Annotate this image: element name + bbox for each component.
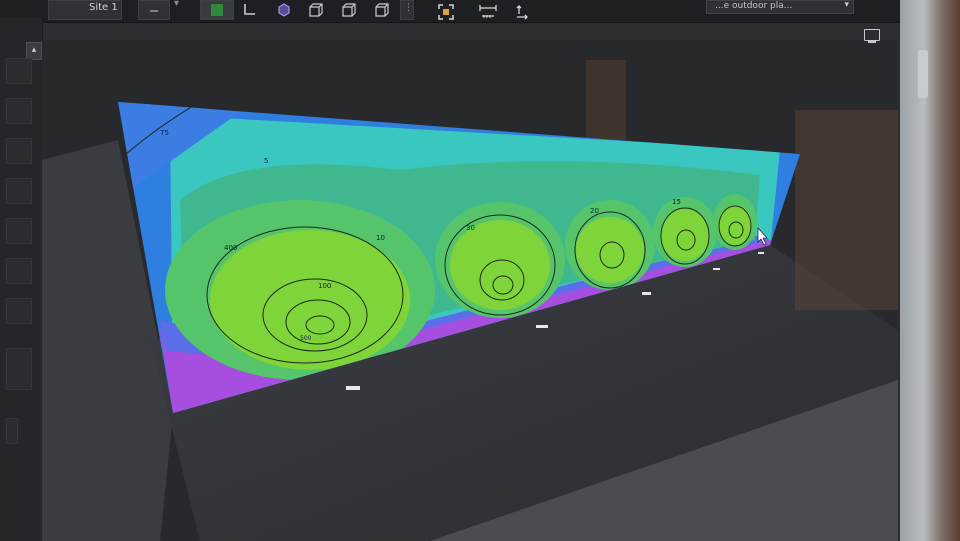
scene-dropdown-value: ...e outdoor pla... [715,1,793,11]
luminaire[interactable] [642,292,651,295]
bezel-slot [918,50,928,98]
fit-view-icon[interactable] [438,4,454,20]
contour-label: 100 [318,282,331,290]
undo-dropdown-arrow[interactable]: ▾ [174,0,179,9]
box-side-icon[interactable] [341,2,357,18]
color-swatch-icon [211,4,223,16]
contour-label: 20 [590,207,599,215]
luminaire[interactable] [536,325,548,328]
monitor-icon[interactable] [864,29,880,43]
cube-icon[interactable] [276,2,292,18]
panel-cell[interactable] [6,178,32,204]
panel-cell[interactable] [6,218,32,244]
contour-label: 400 [224,244,237,252]
box-front-icon[interactable] [308,2,324,18]
chevron-down-icon: ▾ [844,0,849,10]
application-window: Site 1 ▾ ⋮ ...e outdoor pla... ▾ ▴ 75 5 … [0,0,900,541]
contour-label: 10 [376,234,385,242]
contour-label: 5 [264,157,268,165]
luminaire[interactable] [346,386,360,390]
window-reflection [795,110,898,310]
box-back-icon[interactable] [374,2,390,18]
background-object [586,60,626,140]
panel-cell[interactable] [6,418,18,444]
luminaire[interactable] [758,252,764,254]
undo-button[interactable] [138,0,170,20]
scene-dropdown[interactable]: ...e outdoor pla... ▾ [706,0,854,14]
undo-icon [150,10,158,12]
overflow-icon: ⋮ [404,3,413,13]
panel-cell[interactable] [6,348,32,390]
measure-vertical-icon[interactable] [514,4,530,20]
monitor-bezel [900,0,960,541]
panel-cell[interactable] [6,258,32,284]
luminaire[interactable] [713,268,720,270]
left-panel: ▴ [0,18,43,541]
site-tab-label: Site 1 [89,2,118,13]
panel-cell[interactable] [6,138,32,164]
panel-cell[interactable] [6,98,32,124]
panel-cell[interactable] [6,298,32,324]
site-tab[interactable]: Site 1 [48,0,122,20]
panel-cell[interactable] [6,58,32,84]
scene-render: 75 5 400 10 100 30 500 20 15 [42,60,898,541]
contour-label: 75 [160,129,169,137]
contour-label: 500 [300,335,312,342]
corner-icon[interactable] [242,2,258,18]
measure-horizontal-icon[interactable] [478,4,498,20]
contour-label: 30 [466,224,475,232]
overflow-button[interactable]: ⋮ [400,0,414,20]
color-button[interactable] [200,0,234,20]
top-toolbar: Site 1 ▾ ⋮ ...e outdoor pla... ▾ [0,0,900,23]
contour-label: 15 [672,198,681,206]
3d-viewport[interactable]: 75 5 400 10 100 30 500 20 15 [42,40,898,541]
